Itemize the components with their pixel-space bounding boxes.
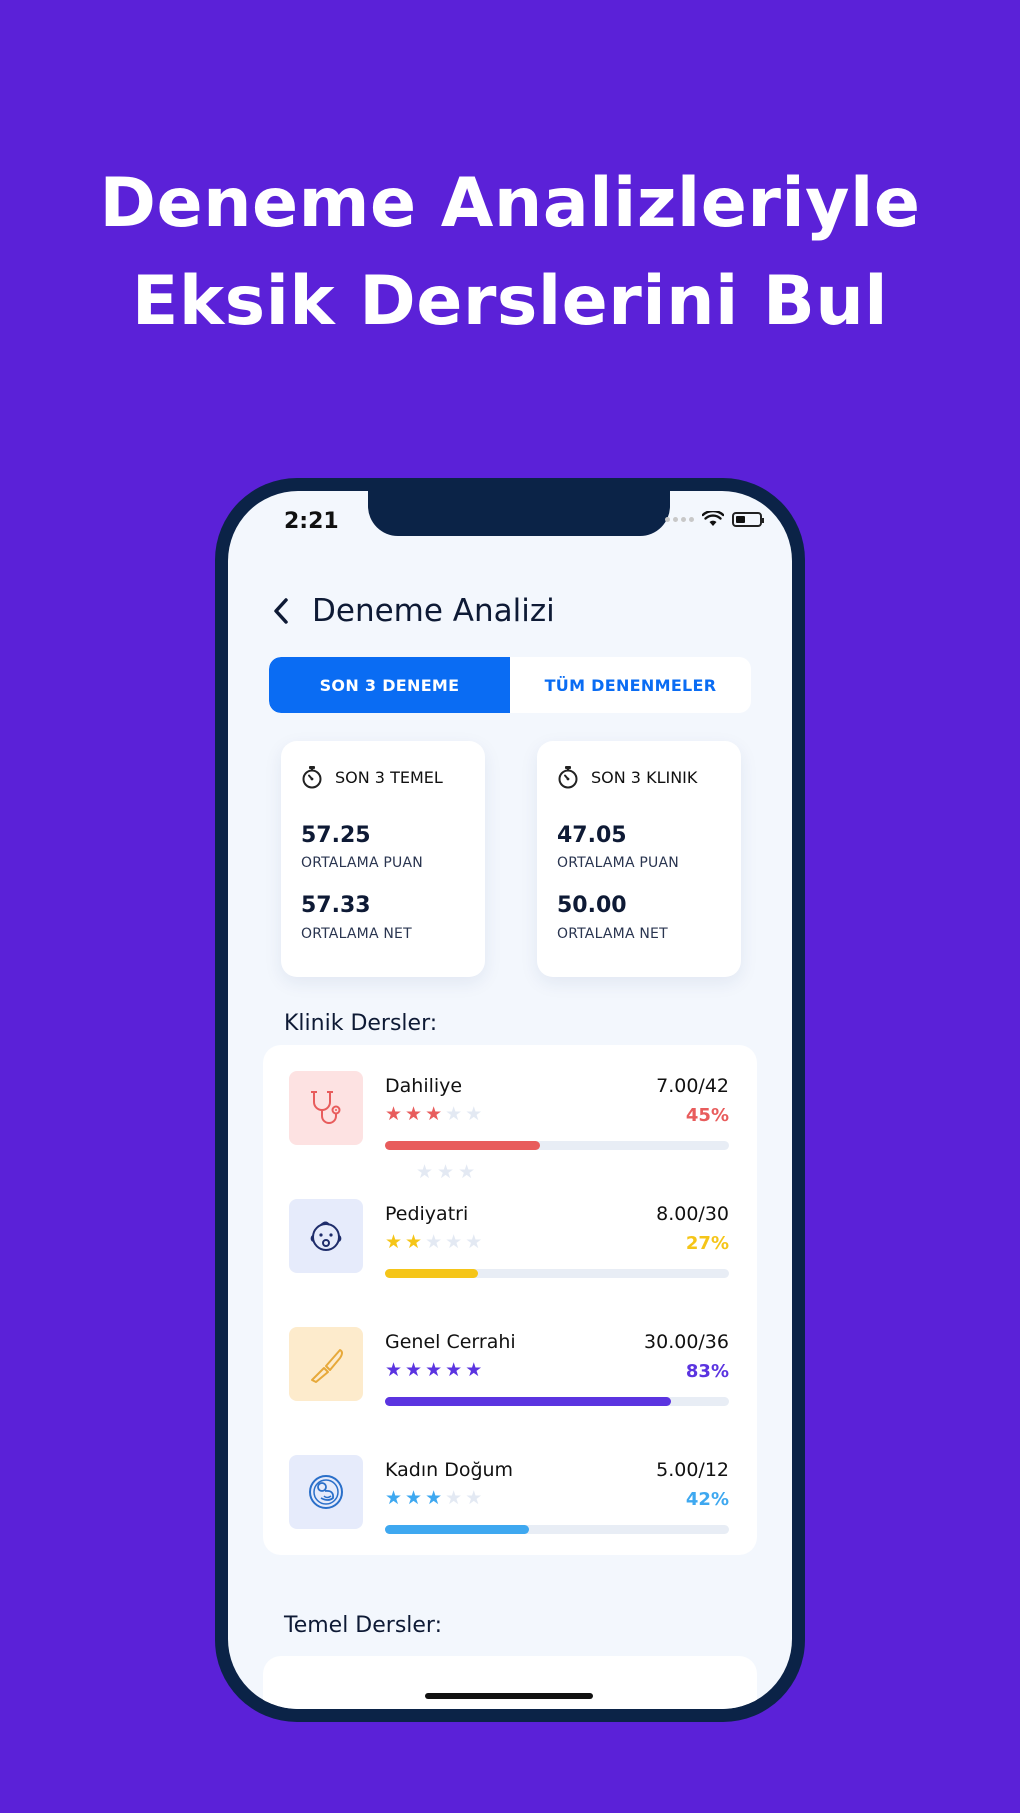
- star-filled-icon: ★: [425, 1359, 443, 1381]
- star-filled-icon: ★: [385, 1231, 403, 1253]
- star-empty-icon: ★: [465, 1103, 483, 1125]
- segmented-tabs: SON 3 DENEME TÜM DENENMELER: [269, 657, 751, 713]
- star-filled-icon: ★: [405, 1103, 423, 1125]
- star-filled-icon: ★: [385, 1103, 403, 1125]
- average-net-value: 50.00: [557, 893, 627, 918]
- star-empty-icon: ★: [445, 1103, 463, 1125]
- home-indicator: [425, 1693, 593, 1699]
- progress-bar: [385, 1525, 729, 1534]
- list-item-genel-cerrahi[interactable]: Genel Cerrahi 30.00/36 ★ ★ ★ ★ ★ 83%: [263, 1327, 757, 1427]
- course-score: 5.00/12: [656, 1459, 729, 1481]
- average-net-label: ORTALAMA NET: [557, 926, 668, 942]
- average-score-label: ORTALAMA PUAN: [557, 855, 679, 871]
- icon-tile: [289, 1199, 363, 1273]
- star-filled-icon: ★: [405, 1359, 423, 1381]
- stopwatch-icon: [558, 766, 578, 789]
- notch: [368, 491, 670, 536]
- star-rating: ★ ★ ★ ★ ★: [385, 1103, 482, 1125]
- star-filled-icon: ★: [425, 1487, 443, 1509]
- star-filled-icon: ★: [445, 1359, 463, 1381]
- star-filled-icon: ★: [425, 1103, 443, 1125]
- progress-bar: [385, 1397, 729, 1406]
- baby-face-icon: [310, 1221, 342, 1251]
- course-score: 7.00/42: [656, 1075, 729, 1097]
- star-filled-icon: ★: [385, 1359, 403, 1381]
- klinik-list: ★ ★ ★ Dahiliye 7.00/42 ★ ★ ★ ★ ★ 45% Ped…: [263, 1045, 757, 1555]
- chevron-left-icon[interactable]: [272, 597, 290, 625]
- temel-section-title: Temel Dersler:: [284, 1613, 443, 1638]
- progress-fill: [385, 1269, 478, 1278]
- average-score-value: 47.05: [557, 823, 627, 848]
- star-empty-icon: ★: [465, 1487, 483, 1509]
- star-filled-icon: ★: [405, 1487, 423, 1509]
- headline-line-1: Deneme Analizleriyle: [99, 164, 921, 243]
- card-title: SON 3 TEMEL: [335, 767, 443, 787]
- course-score: 30.00/36: [644, 1331, 729, 1353]
- average-net-label: ORTALAMA NET: [301, 926, 412, 942]
- summary-card-klinik[interactable]: SON 3 KLINIK 47.05 ORTALAMA PUAN 50.00 O…: [537, 741, 741, 977]
- star-filled-icon: ★: [405, 1231, 423, 1253]
- list-item-kadin-dogum[interactable]: Kadın Doğum 5.00/12 ★ ★ ★ ★ ★ 42%: [263, 1455, 757, 1555]
- course-score: 8.00/30: [656, 1203, 729, 1225]
- star-empty-icon: ★: [445, 1231, 463, 1253]
- progress-fill: [385, 1141, 540, 1150]
- list-item-pediyatri[interactable]: Pediyatri 8.00/30 ★ ★ ★ ★ ★ 27%: [263, 1199, 757, 1299]
- course-name: Pediyatri: [385, 1203, 469, 1225]
- summary-card-temel[interactable]: SON 3 TEMEL 57.25 ORTALAMA PUAN 57.33 OR…: [281, 741, 485, 977]
- tab-son-3-deneme[interactable]: SON 3 DENEME: [269, 657, 510, 713]
- course-percent: 83%: [685, 1361, 729, 1382]
- course-percent: 45%: [685, 1105, 729, 1126]
- progress-bar: [385, 1269, 729, 1278]
- star-empty-icon: ★: [445, 1487, 463, 1509]
- icon-tile: [289, 1071, 363, 1145]
- star-empty-icon: ★: [465, 1231, 483, 1253]
- wifi-icon: [702, 511, 724, 526]
- status-icons: [665, 511, 764, 527]
- course-percent: 42%: [685, 1489, 729, 1510]
- phone-screen: 2:21 Deneme Analizi SON 3 DENEME TÜM DEN…: [228, 491, 792, 1709]
- star-rating: ★ ★ ★ ★ ★: [385, 1231, 482, 1253]
- icon-tile: [289, 1455, 363, 1529]
- course-name: Dahiliye: [385, 1075, 463, 1097]
- scalpel-icon: [311, 1349, 343, 1383]
- card-title: SON 3 KLINIK: [591, 767, 698, 787]
- star-empty-icon: ★: [425, 1231, 443, 1253]
- signal-icon: [665, 516, 694, 522]
- course-name: Kadın Doğum: [385, 1459, 514, 1481]
- status-time: 2:21: [284, 509, 339, 534]
- course-percent: 27%: [685, 1233, 729, 1254]
- headline: Deneme Analizleriyle Eksik Derslerini Bu…: [0, 155, 1020, 351]
- battery-icon: [732, 511, 764, 527]
- card-header: SON 3 KLINIK: [557, 765, 697, 789]
- fetus-icon: [309, 1475, 343, 1509]
- star-rating: ★ ★ ★ ★ ★: [385, 1359, 482, 1381]
- card-header: SON 3 TEMEL: [301, 765, 443, 789]
- average-score-label: ORTALAMA PUAN: [301, 855, 423, 871]
- star-filled-icon: ★: [385, 1487, 403, 1509]
- page-title: Deneme Analizi: [312, 593, 555, 629]
- star-rating: ★ ★ ★ ★ ★: [385, 1487, 482, 1509]
- star-filled-icon: ★: [465, 1359, 483, 1381]
- nav-bar: Deneme Analizi: [272, 593, 555, 629]
- stopwatch-icon: [302, 766, 322, 789]
- phone-frame: 2:21 Deneme Analizi SON 3 DENEME TÜM DEN…: [215, 478, 805, 1722]
- stethoscope-icon: [311, 1091, 341, 1124]
- course-name: Genel Cerrahi: [385, 1331, 516, 1353]
- progress-fill: [385, 1525, 530, 1534]
- progress-bar: [385, 1141, 729, 1150]
- tab-tum-denemeler[interactable]: TÜM DENENMELER: [510, 657, 751, 713]
- klinik-section-title: Klinik Dersler:: [284, 1011, 438, 1036]
- average-score-value: 57.25: [301, 823, 371, 848]
- progress-fill: [385, 1397, 671, 1406]
- average-net-value: 57.33: [301, 893, 371, 918]
- temel-list: [263, 1656, 757, 1709]
- icon-tile: [289, 1327, 363, 1401]
- headline-line-2: Eksik Derslerini Bul: [131, 262, 889, 341]
- list-item-dahiliye[interactable]: Dahiliye 7.00/42 ★ ★ ★ ★ ★ 45%: [263, 1071, 757, 1171]
